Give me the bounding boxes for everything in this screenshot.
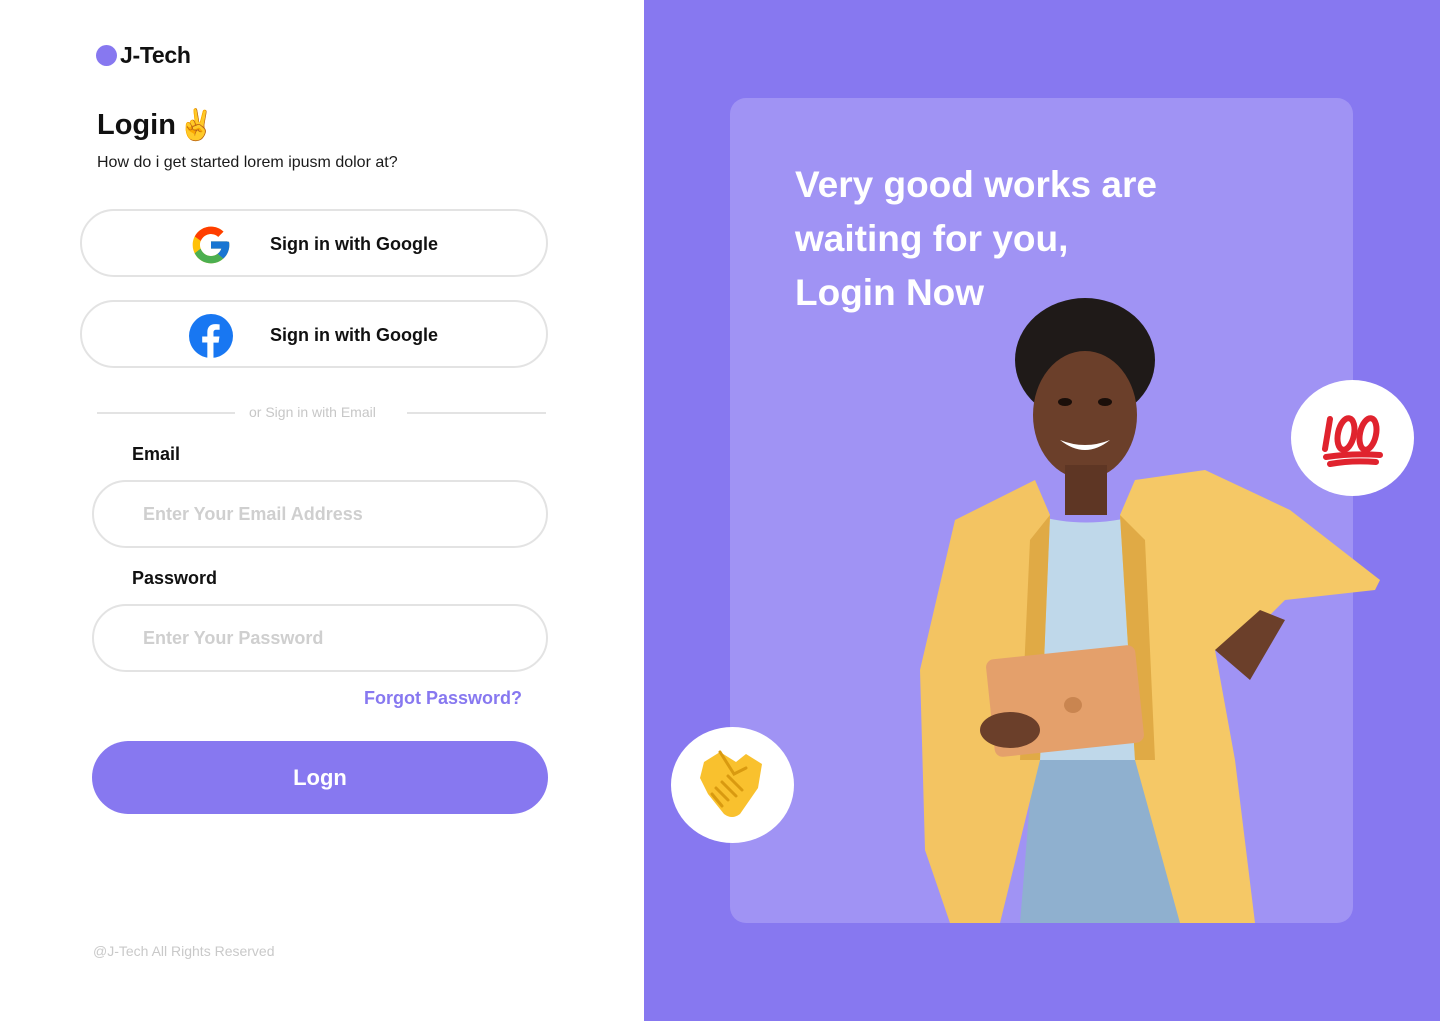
- password-label: Password: [132, 568, 218, 588]
- handshake-badge: [671, 727, 794, 843]
- forgot-password-link[interactable]: Forgot Password?: [364, 688, 522, 709]
- divider-text: or Sign in with Email: [249, 404, 376, 420]
- email-divider: or Sign in with Email: [97, 404, 546, 422]
- hundred-points-badge: [1291, 380, 1414, 496]
- divider-line-right: [407, 412, 546, 414]
- facebook-icon: [189, 314, 233, 358]
- hero-person-illustration: [920, 298, 1380, 923]
- page-subtitle: How do i get started lorem ipusm dolor a…: [97, 154, 398, 171]
- brand-dot-icon: [96, 45, 117, 66]
- hundred-points-icon: [1321, 415, 1383, 467]
- divider-line-left: [97, 412, 235, 414]
- footer-copyright: @J-Tech All Rights Reserved: [93, 943, 275, 959]
- login-button[interactable]: Logn: [92, 741, 548, 814]
- google-icon: [192, 226, 230, 264]
- password-field[interactable]: [92, 604, 548, 672]
- sign-in-google-button[interactable]: Sign in with Google: [80, 209, 548, 277]
- brand-name: J-Tech: [120, 42, 191, 68]
- sign-in-facebook-label: Sign in with Google: [270, 325, 438, 345]
- page-title: Login ✌️: [97, 108, 215, 143]
- hero-headline-line2: waiting for you,: [795, 218, 1069, 259]
- brand-logo[interactable]: J-Tech: [96, 42, 191, 69]
- hero-headline-line1: Very good works are: [795, 164, 1157, 205]
- email-field[interactable]: [92, 480, 548, 548]
- victory-hand-icon: ✌️: [177, 108, 216, 143]
- sign-in-google-label: Sign in with Google: [270, 234, 438, 254]
- sign-in-facebook-button[interactable]: Sign in with Google: [80, 300, 548, 368]
- handshake-icon: [699, 750, 762, 817]
- email-label: Email: [132, 444, 181, 464]
- page-title-text: Login: [97, 109, 176, 141]
- login-panel: J-Tech Login ✌️ How do i get started lor…: [0, 0, 644, 1021]
